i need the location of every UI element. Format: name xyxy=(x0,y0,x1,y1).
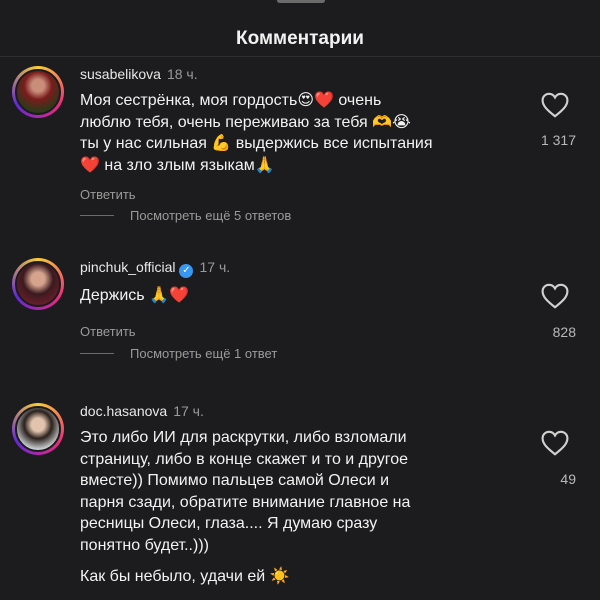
view-replies-button[interactable]: Посмотреть ещё 5 ответов xyxy=(80,208,291,223)
heart-outline-icon[interactable] xyxy=(540,92,570,118)
comment-time: 18 ч. xyxy=(166,66,198,82)
heart-outline-icon[interactable] xyxy=(540,430,570,456)
avatar[interactable] xyxy=(12,258,64,310)
comment-line: парня сзади, обратите внимание главное н… xyxy=(80,493,411,511)
comment-line: люблю тебя, очень переживаю за тебя 🫶😭 xyxy=(80,113,411,131)
username[interactable]: doc.hasanova xyxy=(80,403,167,419)
like-count: 1 317 xyxy=(540,132,576,148)
verified-badge-icon: ✓ xyxy=(179,264,194,278)
avatar[interactable] xyxy=(12,403,64,455)
reply-button[interactable]: Ответить xyxy=(80,187,136,202)
comment-time: 17 ч. xyxy=(173,403,204,419)
comment-line: Как бы небыло, удачи ей ☀️ xyxy=(80,568,290,585)
comment-line: Держись 🙏❤️ xyxy=(80,287,189,304)
divider xyxy=(80,353,114,354)
comment-line: Это либо ИИ для раскрутки, либо взломали xyxy=(80,429,407,446)
sheet-grabber[interactable] xyxy=(277,0,325,3)
like-count: 49 xyxy=(560,471,576,487)
username[interactable]: pinchuk_official xyxy=(80,259,175,275)
avatar[interactable] xyxy=(12,66,64,118)
comment-line: ресницы Олеси, глаза.... Я думаю сразу xyxy=(80,515,378,532)
comment-text: Моя сестрёнка, моя гордость😍❤️ очень люб… xyxy=(80,90,510,176)
view-replies-button[interactable]: Посмотреть ещё 1 ответ xyxy=(80,346,277,361)
comment-header: susabelikova 18 ч. xyxy=(80,66,198,82)
comment-line: страницу, либо в конце скажет и то и дру… xyxy=(80,450,409,468)
view-replies-label: Посмотреть ещё 1 ответ xyxy=(130,346,278,361)
username[interactable]: susabelikova xyxy=(80,66,161,82)
divider xyxy=(80,215,114,216)
comment-time: 17 ч. xyxy=(199,259,231,275)
like-count: 828 xyxy=(552,324,576,340)
comment-line: ты у нас сильная 💪 выдержись все испытан… xyxy=(80,135,433,152)
heart-outline-icon[interactable] xyxy=(540,283,570,309)
comment-text: Это либо ИИ для раскрутки, либо взломали… xyxy=(80,427,510,588)
comment-line: Моя сестрёнка, моя гордость😍❤️ очень xyxy=(80,92,382,109)
comment-header: doc.hasanova 17 ч. xyxy=(80,403,204,419)
comment-line: вместе)) Помимо пальцев самой Олеси и xyxy=(80,472,390,489)
comment-text: Держись 🙏❤️ xyxy=(80,285,510,307)
view-replies-label: Посмотреть ещё 5 ответов xyxy=(130,208,292,223)
comment-line: ❤️ на зло злым языкам🙏 xyxy=(80,156,275,174)
comment-header: pinchuk_official ✓ 17 ч. xyxy=(80,259,230,278)
page-title: Комментарии xyxy=(0,22,600,57)
comment-line: понятно будет..))) xyxy=(80,536,209,554)
reply-button[interactable]: Ответить xyxy=(80,324,136,339)
